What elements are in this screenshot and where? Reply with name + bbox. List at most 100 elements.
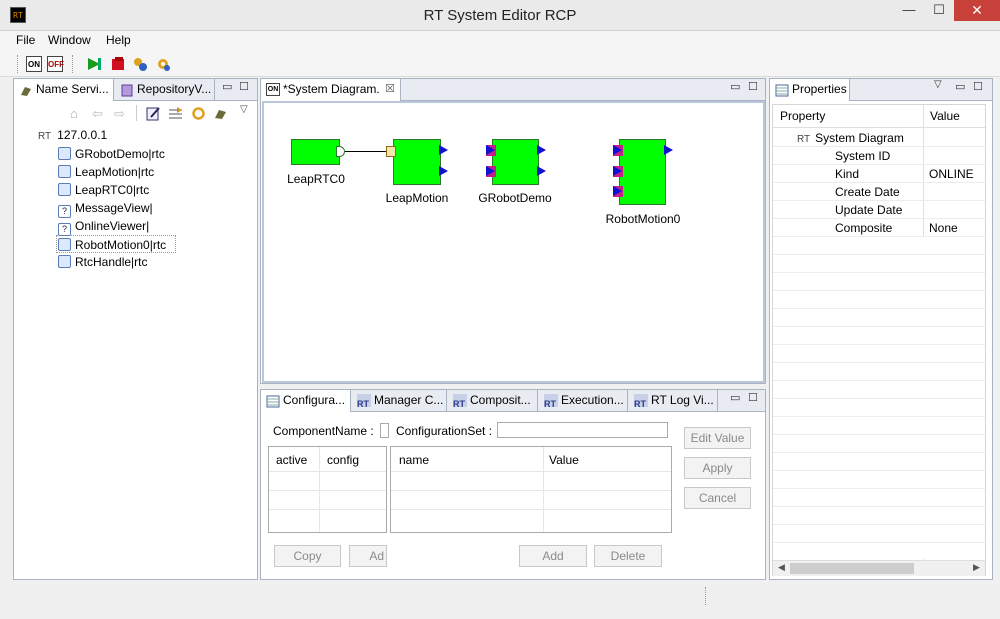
component-robotmotion0[interactable]	[619, 139, 666, 205]
all-off-icon[interactable]: OFF	[47, 56, 64, 72]
delete-button[interactable]: Delete	[594, 545, 662, 567]
tree-item[interactable]: LeapMotion|rtc	[58, 163, 218, 181]
configuration-set-field[interactable]	[497, 422, 668, 438]
scroll-right-icon[interactable]: ▶	[973, 562, 980, 573]
window-title: RT System Editor RCP	[423, 7, 577, 24]
tab-system-diagram[interactable]: ON *System Diagram. ☒	[261, 79, 401, 101]
back-icon[interactable]: ⇦	[92, 106, 103, 122]
column-header-value[interactable]: Value	[930, 109, 960, 123]
tab-composite[interactable]: RT Composit...	[448, 390, 538, 412]
minimize-panel-icon[interactable]: ▭	[222, 80, 232, 93]
menu-file[interactable]: File	[16, 33, 35, 47]
all-on-icon[interactable]: ON	[26, 56, 42, 72]
minimize-button[interactable]: —	[894, 0, 924, 21]
maximize-button[interactable]: ☐	[924, 0, 954, 21]
minimize-properties-icon[interactable]: ▭	[955, 80, 965, 93]
outport[interactable]	[439, 166, 448, 176]
tab-properties[interactable]: Properties	[770, 79, 850, 101]
property-row[interactable]: Update Date	[773, 201, 985, 219]
view-menu-icon[interactable]: ▽	[240, 104, 248, 115]
component-leapmotion[interactable]	[393, 139, 441, 185]
forward-icon[interactable]: ⇨	[114, 106, 125, 122]
column-header-property[interactable]: Property	[780, 109, 825, 123]
tab-rt-log-view[interactable]: RT RT Log Vi...	[629, 390, 718, 412]
status-separator	[705, 587, 706, 605]
outport[interactable]	[664, 145, 673, 155]
scrollbar-thumb[interactable]	[790, 563, 914, 574]
rtc-icon	[58, 238, 71, 251]
inport[interactable]	[613, 145, 623, 156]
add-button[interactable]: Add	[519, 545, 587, 567]
maximize-editor-icon[interactable]: ☐	[748, 80, 758, 93]
component-label: LeapRTC0	[287, 172, 345, 186]
outport[interactable]	[439, 145, 448, 155]
view-menu-icon[interactable]: ▽	[934, 79, 942, 90]
tab-system-diagram-label: *System Diagram.	[283, 82, 380, 96]
copy-button[interactable]: Copy	[274, 545, 341, 567]
tree-item-selected[interactable]: RobotMotion0|rtc	[56, 235, 176, 253]
reset-icon[interactable]	[132, 56, 148, 72]
maximize-panel-icon[interactable]: ☐	[239, 80, 249, 93]
close-tab-icon[interactable]: ☒	[385, 79, 395, 100]
inport[interactable]	[486, 145, 496, 156]
tab-repository-view[interactable]: RepositoryV...	[115, 79, 215, 101]
rtc-icon	[58, 183, 71, 196]
property-row[interactable]: Create Date	[773, 183, 985, 201]
tab-manager-control[interactable]: RT Manager C...	[352, 390, 447, 412]
tab-execution-context[interactable]: RT Execution...	[539, 390, 628, 412]
tab-name-service[interactable]: Name Servi...	[14, 79, 114, 101]
tree-item[interactable]: ? OnlineViewer|	[58, 217, 218, 236]
property-row[interactable]: Kind ONLINE	[773, 165, 985, 183]
menu-window[interactable]: Window	[48, 33, 91, 47]
inport[interactable]	[613, 166, 623, 177]
column-header-value[interactable]: Value	[549, 453, 579, 467]
rtc-icon	[58, 165, 71, 178]
outport[interactable]	[537, 166, 546, 176]
configure-icon[interactable]	[155, 56, 171, 72]
tree-root[interactable]: RT 127.0.0.1	[38, 126, 107, 144]
tab-repository-label: RepositoryV...	[137, 82, 212, 96]
property-row[interactable]: Composite None	[773, 219, 985, 237]
edit-icon[interactable]	[146, 106, 161, 124]
tab-configuration[interactable]: Configura...	[261, 390, 351, 412]
tree-item[interactable]: GRobotDemo|rtc	[58, 145, 218, 163]
apply-button[interactable]: Apply	[684, 457, 751, 479]
inport[interactable]	[486, 166, 496, 177]
deactivate-icon[interactable]	[110, 56, 126, 72]
table-icon	[266, 394, 280, 408]
menu-help[interactable]: Help	[106, 33, 131, 47]
component-leaprtc0[interactable]	[291, 139, 340, 165]
refresh-icon[interactable]	[191, 106, 206, 124]
connector-line[interactable]	[345, 151, 387, 152]
minimize-bottom-icon[interactable]: ▭	[730, 391, 740, 404]
maximize-properties-icon[interactable]: ☐	[973, 80, 983, 93]
filter-icon[interactable]	[168, 106, 183, 124]
maximize-bottom-icon[interactable]: ☐	[748, 391, 758, 404]
connect-icon[interactable]	[213, 106, 228, 124]
tree-item[interactable]: RtcHandle|rtc	[58, 253, 218, 271]
tab-configuration-label: Configura...	[283, 393, 346, 407]
activate-icon[interactable]	[86, 56, 102, 72]
column-header-name[interactable]: name	[399, 453, 429, 467]
inport[interactable]	[613, 186, 623, 197]
close-button[interactable]: ✕	[954, 0, 1000, 21]
status-bar	[0, 582, 1000, 619]
component-name-field[interactable]	[380, 423, 389, 438]
outport[interactable]	[537, 145, 546, 155]
service-port[interactable]	[386, 146, 396, 157]
component-grobotdemo[interactable]	[492, 139, 539, 185]
property-row[interactable]: System ID	[773, 147, 985, 165]
tree-root-label: 127.0.0.1	[57, 128, 108, 142]
column-header-active[interactable]: active	[276, 453, 307, 467]
property-root[interactable]: RT System Diagram	[773, 129, 985, 147]
tree-item[interactable]: ? MessageView|	[58, 199, 218, 218]
home-icon[interactable]: ⌂	[70, 106, 78, 121]
cancel-button[interactable]: Cancel	[684, 487, 751, 509]
tree-item[interactable]: LeapRTC0|rtc	[58, 181, 218, 199]
column-header-config[interactable]: config	[327, 453, 359, 467]
minimize-editor-icon[interactable]: ▭	[730, 80, 740, 93]
scroll-left-icon[interactable]: ◀	[778, 562, 785, 573]
add-config-set-button[interactable]: Ad	[349, 545, 387, 567]
edit-value-button[interactable]: Edit Value	[684, 427, 751, 449]
online-diagram-icon: ON	[266, 83, 280, 96]
